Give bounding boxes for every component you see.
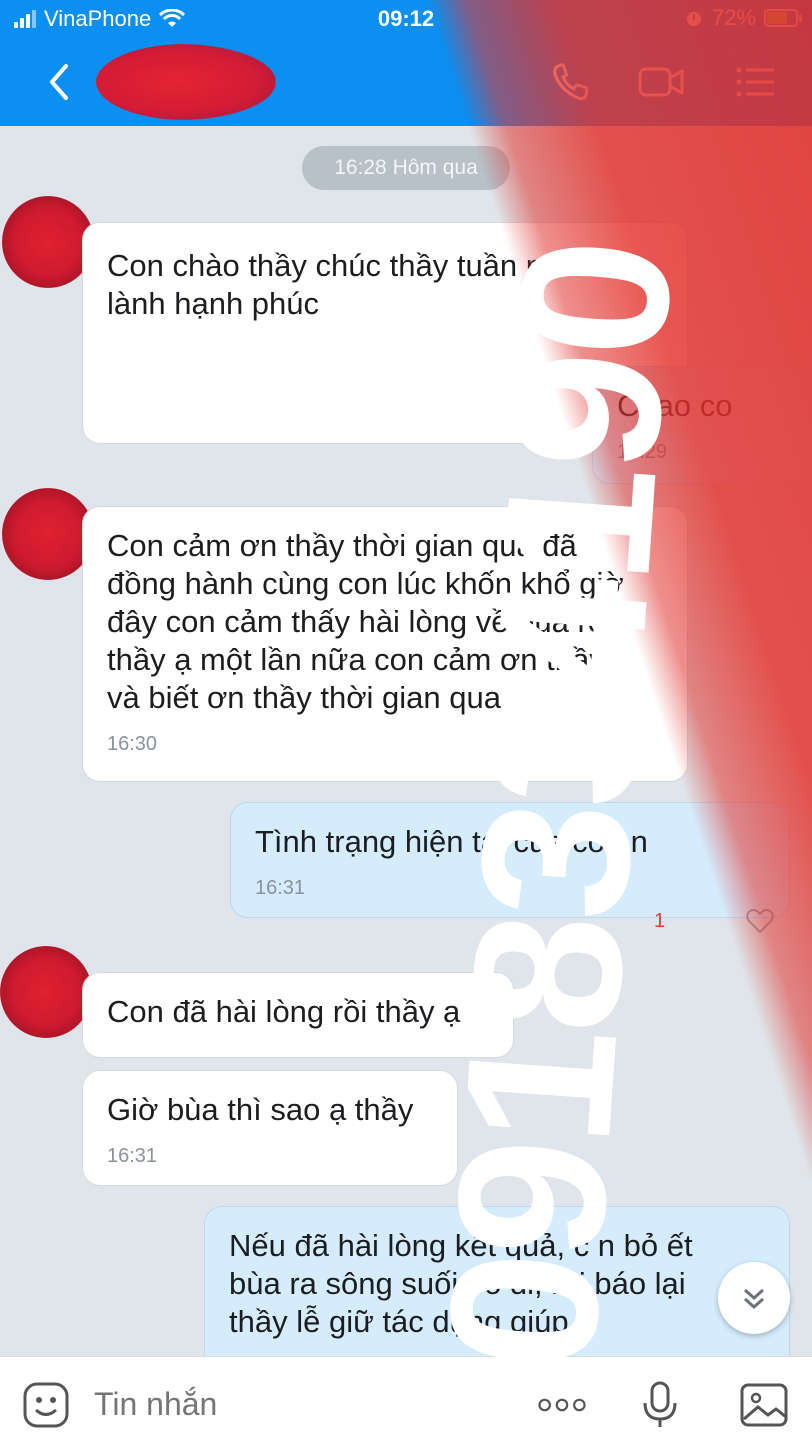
alarm-icon bbox=[686, 12, 701, 26]
avatar[interactable] bbox=[0, 946, 92, 1038]
menu-icon[interactable] bbox=[730, 58, 782, 106]
chevron-double-down-icon bbox=[744, 1288, 764, 1310]
avatar[interactable] bbox=[2, 488, 94, 580]
more-icon[interactable] bbox=[536, 1379, 588, 1431]
message-time: 16:31 bbox=[107, 1145, 158, 1167]
status-bar: VinaPhone 09:12 72% bbox=[0, 0, 812, 38]
message-input[interactable] bbox=[92, 1385, 476, 1424]
message-input-bar bbox=[0, 1356, 812, 1451]
back-icon[interactable] bbox=[40, 58, 80, 106]
contact-name-redacted[interactable] bbox=[96, 44, 276, 120]
date-separator: 16:28 Hôm qua bbox=[302, 146, 510, 190]
emoji-icon[interactable] bbox=[20, 1379, 72, 1431]
message-bubble[interactable]: Giờ bùa thì sao ạ thầy 16:31 bbox=[82, 1070, 458, 1186]
status-right: 72% bbox=[684, 5, 802, 31]
battery-icon bbox=[764, 9, 802, 27]
image-icon[interactable] bbox=[738, 1379, 790, 1431]
microphone-icon[interactable] bbox=[634, 1379, 686, 1431]
scroll-down-button[interactable] bbox=[718, 1262, 790, 1334]
message-text: Giờ bùa thì sao ạ thầy bbox=[107, 1092, 414, 1127]
battery-fill bbox=[767, 12, 788, 24]
avatar[interactable] bbox=[2, 196, 94, 288]
heart-icon[interactable] bbox=[745, 906, 775, 936]
battery-percent: 72% bbox=[711, 5, 756, 30]
